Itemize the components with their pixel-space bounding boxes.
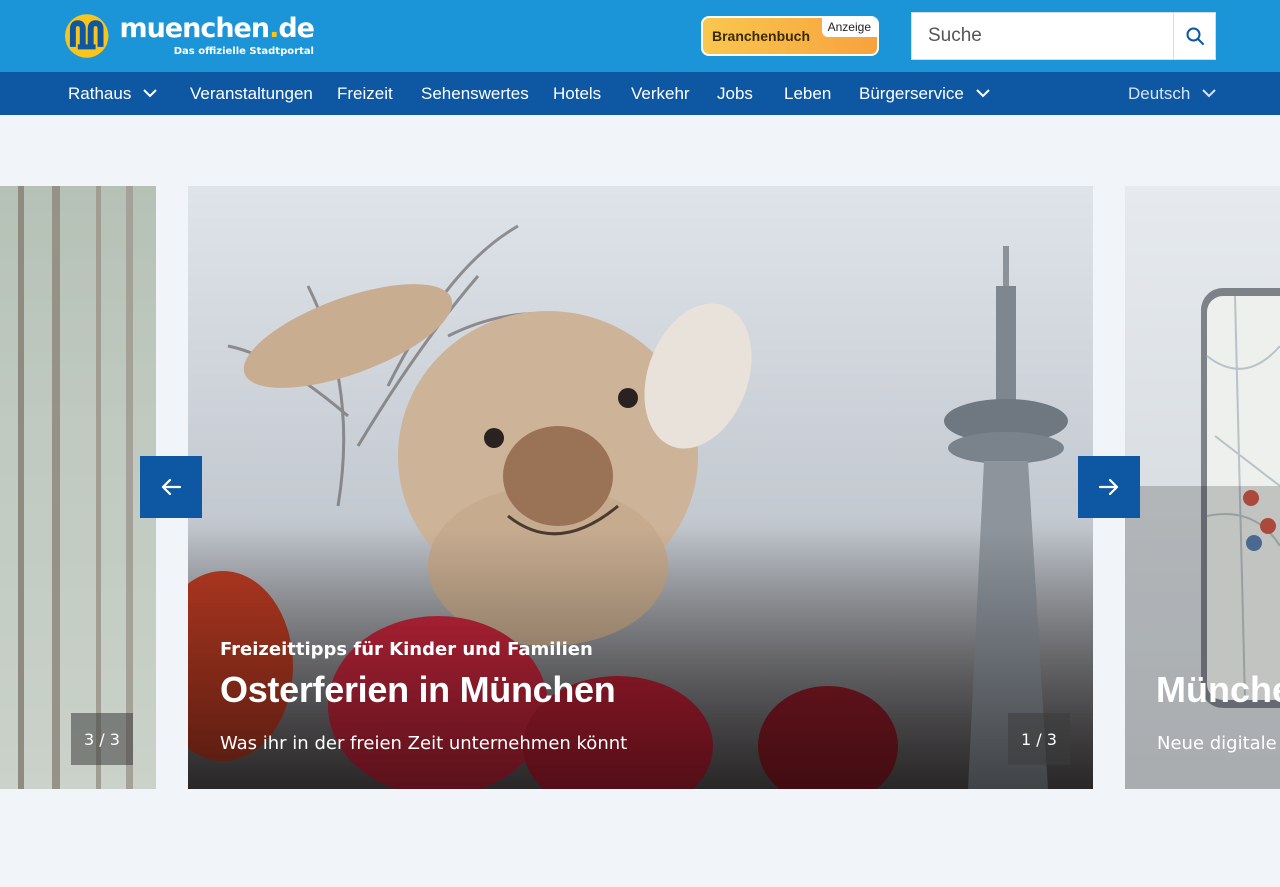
language-selector[interactable]: Deutsch bbox=[1128, 72, 1217, 115]
slide-title[interactable]: Osterferien in München bbox=[220, 669, 616, 711]
carousel-slide-current[interactable]: Freizeittipps für Kinder und Familien Os… bbox=[188, 186, 1093, 789]
search-button[interactable] bbox=[1173, 13, 1215, 59]
nav-label: Sehenswertes bbox=[421, 83, 529, 103]
nav-item-rathaus[interactable]: Rathaus bbox=[68, 72, 158, 115]
forest-image bbox=[0, 186, 156, 789]
header-top-bar: muenchen.de Das offizielle Stadtportal B… bbox=[0, 0, 1280, 72]
chevron-down-icon bbox=[976, 89, 990, 98]
nav-label: Rathaus bbox=[68, 83, 132, 103]
branchenbuch-label: Branchenbuch bbox=[712, 28, 811, 44]
search-box bbox=[911, 12, 1216, 60]
nav-label: Jobs bbox=[717, 83, 753, 103]
slide-teaser: Was ihr in der freien Zeit unternehmen k… bbox=[220, 733, 628, 754]
logo-dot: . bbox=[269, 13, 279, 44]
nav-item-hotels[interactable]: Hotels bbox=[553, 72, 601, 115]
nav-item-freizeit[interactable]: Freizeit bbox=[337, 72, 393, 115]
slide-counter: 1 / 3 bbox=[1008, 713, 1070, 765]
logo-mark-icon bbox=[64, 14, 109, 58]
nav-label: Verkehr bbox=[631, 83, 690, 103]
search-icon bbox=[1186, 27, 1204, 45]
language-label: Deutsch bbox=[1128, 83, 1191, 103]
slide-counter: 3 / 3 bbox=[71, 713, 133, 765]
nav-item-jobs[interactable]: Jobs bbox=[717, 72, 753, 115]
arrow-right-icon bbox=[1099, 478, 1119, 496]
carousel-prev-button[interactable] bbox=[140, 456, 202, 518]
nav-label: Freizeit bbox=[337, 83, 393, 103]
logo-name: muenchen bbox=[119, 13, 270, 44]
site-logo[interactable]: muenchen.de Das offizielle Stadtportal bbox=[64, 13, 315, 59]
branchenbuch-button[interactable]: Branchenbuch Anzeige bbox=[701, 16, 879, 56]
carousel-slide-previous[interactable]: 3 / 3 bbox=[0, 186, 156, 789]
nav-item-verkehr[interactable]: Verkehr bbox=[631, 72, 690, 115]
arrow-left-icon bbox=[161, 478, 181, 496]
nav-label: Veranstaltungen bbox=[190, 83, 313, 103]
carousel-next-button[interactable] bbox=[1078, 456, 1140, 518]
nav-item-sehenswertes[interactable]: Sehenswertes bbox=[421, 72, 529, 115]
nav-label: Hotels bbox=[553, 83, 602, 103]
nav-item-leben[interactable]: Leben bbox=[784, 72, 831, 115]
search-input[interactable] bbox=[912, 13, 1173, 59]
carousel-slide-next[interactable]: Münchener Neue digitale K bbox=[1125, 186, 1280, 789]
ad-badge: Anzeige bbox=[821, 18, 877, 37]
nav-item-veranstaltungen[interactable]: Veranstaltungen bbox=[190, 72, 313, 115]
nav-item-buergerservice[interactable]: Bürgerservice bbox=[859, 72, 990, 115]
nav-label: Bürgerservice bbox=[859, 83, 964, 103]
slide-kicker: Freizeittipps für Kinder und Familien bbox=[220, 639, 593, 660]
next-slide-teaser: Neue digitale K bbox=[1157, 733, 1280, 754]
chevron-down-icon bbox=[143, 89, 158, 98]
logo-wordmark: muenchen.de Das offizielle Stadtportal bbox=[119, 13, 315, 57]
logo-tagline: Das offizielle Stadtportal bbox=[173, 46, 314, 57]
nav-label: Leben bbox=[784, 83, 832, 103]
main-nav: Rathaus Veranstaltungen Freizeit Sehensw… bbox=[0, 72, 1280, 115]
next-slide-title: Münchener bbox=[1156, 669, 1280, 710]
logo-tld: de bbox=[278, 13, 315, 44]
chevron-down-icon bbox=[1202, 89, 1217, 98]
